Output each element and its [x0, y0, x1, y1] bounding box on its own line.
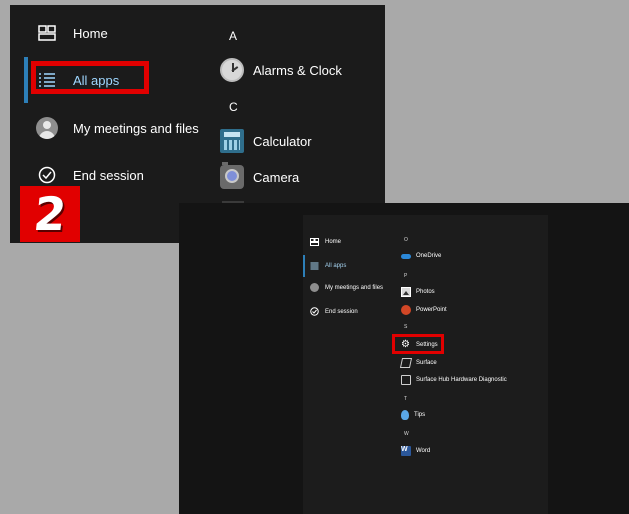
check-circle-icon — [36, 164, 58, 186]
hub-diagnostic-icon — [401, 375, 411, 385]
nav-home[interactable]: Home — [10, 13, 205, 53]
calculator-icon — [220, 129, 244, 153]
app-surface[interactable]: Surface — [399, 358, 437, 368]
app-powerpoint-label: PowerPoint — [416, 307, 447, 313]
nav-end-session-label: End session — [73, 167, 144, 183]
list-icon — [310, 261, 319, 270]
app-surface-hub-diagnostic-label: Surface Hub Hardware Diagnostic — [416, 377, 507, 383]
full-start-menu-panel: Home All apps My meetings and files End … — [179, 203, 629, 514]
powerpoint-icon — [401, 305, 411, 315]
app-onedrive-label: OneDrive — [416, 253, 442, 259]
nav-end-session-small-label: End session — [325, 308, 358, 315]
nav-all-apps-small-label: All apps — [325, 262, 347, 269]
word-icon: W — [401, 446, 411, 456]
letter-header-o: O — [404, 237, 408, 243]
nav-my-meetings-small[interactable]: My meetings and files — [310, 283, 383, 292]
app-tips[interactable]: Tips — [401, 410, 425, 420]
step-number: 2 — [31, 187, 69, 241]
app-word-label: Word — [416, 448, 431, 454]
nav-my-meetings-small-label: My meetings and files — [325, 284, 384, 291]
app-camera-label: Camera — [253, 169, 300, 185]
camera-icon — [220, 162, 244, 189]
app-camera[interactable]: Camera — [220, 162, 299, 192]
nav-home-small-label: Home — [325, 238, 342, 245]
nav-my-meetings-label: My meetings and files — [73, 120, 199, 136]
app-alarms-clock[interactable]: Alarms & Clock — [220, 55, 342, 85]
nav-my-meetings-and-files[interactable]: My meetings and files — [10, 108, 205, 148]
app-surface-hub-diagnostic[interactable]: Surface Hub Hardware Diagnostic — [401, 375, 507, 385]
letter-header-a: A — [229, 29, 238, 43]
letter-header-t: T — [404, 396, 408, 402]
step-number-badge: 2 — [20, 186, 80, 242]
letter-header-w: W — [404, 431, 409, 437]
home-grid-icon — [36, 22, 58, 44]
avatar-icon — [310, 283, 319, 292]
letter-header-s: S — [404, 324, 408, 330]
letter-header-p: P — [404, 273, 408, 279]
onedrive-icon — [401, 251, 411, 261]
surface-icon — [399, 358, 413, 368]
all-apps-highlight-box — [31, 61, 149, 94]
app-word[interactable]: W Word — [401, 446, 430, 456]
app-tips-label: Tips — [414, 412, 426, 418]
app-calculator[interactable]: Calculator — [220, 126, 312, 156]
nav-home-label: Home — [73, 25, 108, 41]
tips-icon — [401, 410, 409, 420]
clock-icon — [220, 58, 244, 82]
app-surface-label: Surface — [416, 360, 437, 366]
app-calculator-label: Calculator — [253, 133, 312, 149]
app-powerpoint[interactable]: PowerPoint — [401, 305, 447, 315]
check-circle-icon — [310, 307, 319, 316]
active-nav-indicator-small — [303, 255, 305, 277]
nav-end-session-small[interactable]: End session — [310, 307, 358, 316]
settings-highlight-box — [392, 334, 444, 354]
letter-header-c: C — [229, 100, 238, 114]
photos-icon — [401, 287, 411, 297]
nav-home-small[interactable]: Home — [310, 237, 341, 246]
avatar-icon — [36, 117, 58, 139]
nav-all-apps-small[interactable]: All apps — [310, 261, 346, 270]
app-photos[interactable]: Photos — [401, 287, 435, 297]
app-alarms-clock-label: Alarms & Clock — [253, 62, 342, 78]
app-photos-label: Photos — [416, 289, 435, 295]
app-onedrive[interactable]: OneDrive — [401, 251, 441, 261]
home-grid-icon — [310, 237, 319, 246]
